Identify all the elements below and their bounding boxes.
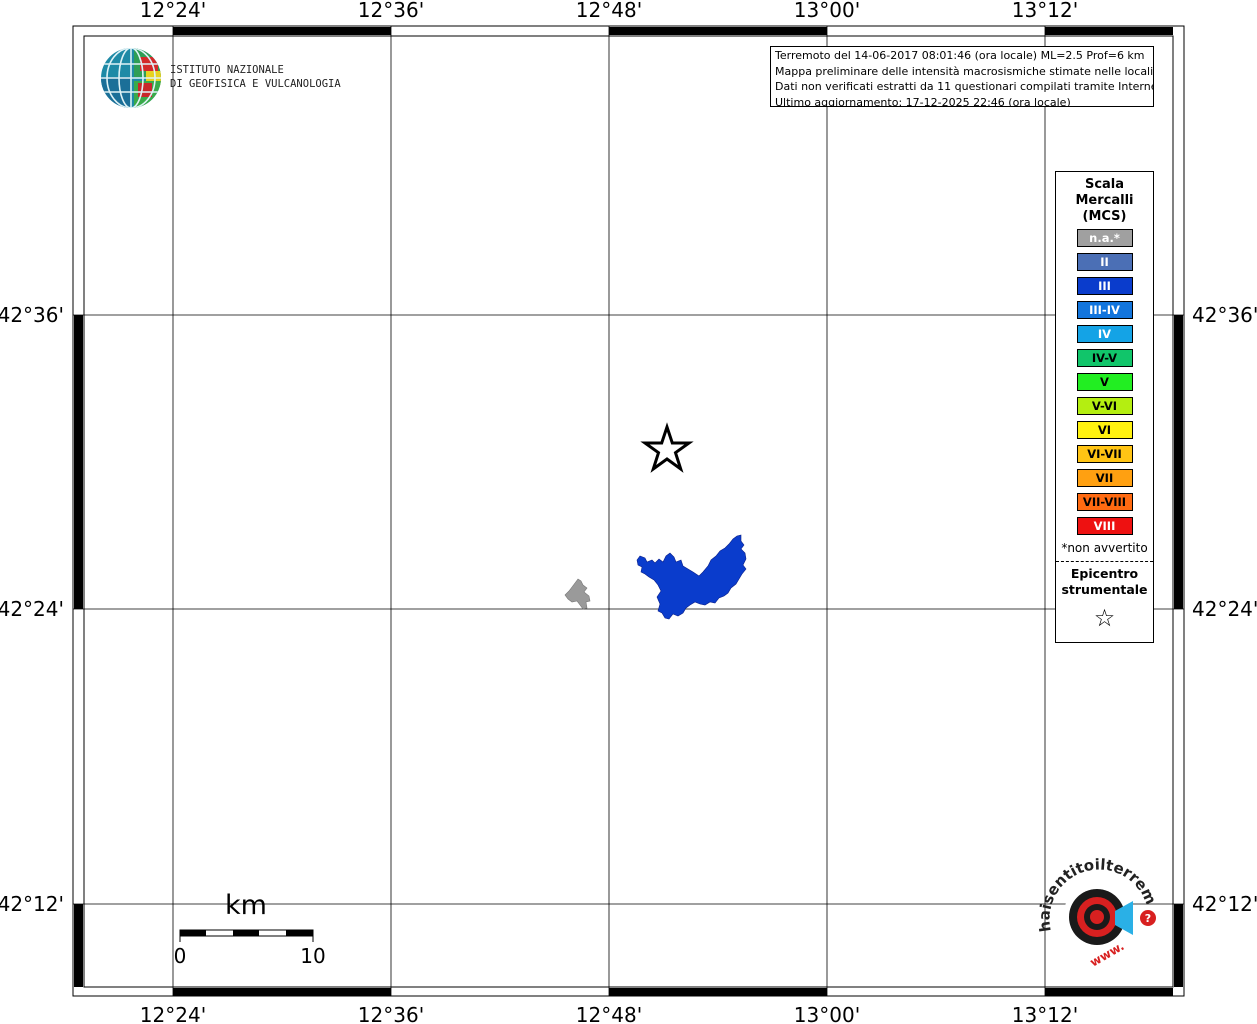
lon-label-top: 12°48' (576, 0, 642, 22)
legend-item: VIII (1076, 517, 1133, 535)
mcs-legend: Scala Mercalli (MCS) n.a.* II III III-IV IV I… (1055, 171, 1154, 643)
institute-line1: ISTITUTO NAZIONALE (170, 64, 284, 76)
question-mark-icon: ? (1145, 912, 1151, 925)
event-info-line2: Mappa preliminare delle intensità macros… (775, 64, 1154, 78)
event-info-line4: Ultimo aggiornamento: 17-12-2025 22:46 (… (775, 95, 1071, 107)
legend-epicenter-line2: strumentale (1061, 582, 1148, 597)
legend-item: VII (1076, 469, 1133, 487)
event-info-box: Terremoto del 14-06-2017 08:01:46 (ora l… (770, 46, 1154, 107)
map-plot-area (83, 35, 1174, 988)
ingv-globe-icon (101, 48, 161, 108)
legend-separator (1056, 561, 1153, 562)
lon-label-bottom: 12°48' (576, 1003, 642, 1024)
legend-note: *non avvertito (1061, 541, 1148, 555)
legend-item: VII-VIII (1076, 493, 1133, 511)
lon-label-top: 12°36' (358, 0, 424, 22)
institute-name: ISTITUTO NAZIONALE DI GEOFISICA E VULCAN… (170, 63, 341, 91)
legend-item: V (1076, 373, 1133, 391)
legend-item: n.a.* (1076, 229, 1133, 247)
legend-title: Scala Mercalli (MCS) (1056, 177, 1153, 225)
legend-star-icon: ☆ (1093, 604, 1116, 632)
event-info-line3: Dati non verificati estratti da 11 quest… (775, 80, 1154, 93)
legend-item: III-IV (1076, 301, 1133, 319)
institute-line2: DI GEOFISICA E VULCANOLOGIA (170, 78, 341, 90)
legend-title-line3: (MCS) (1082, 209, 1127, 224)
hai-sentito-badge-icon: haisentitoilterremoto.it www. ? (1032, 841, 1160, 970)
lon-label-bottom: 13°12' (1012, 1003, 1078, 1024)
ingv-logo (100, 47, 164, 116)
lat-label-left: 42°12' (0, 892, 64, 916)
legend-item: V-VI (1076, 397, 1133, 415)
legend-item: VI-VII (1076, 445, 1133, 463)
legend-item: IV-V (1076, 349, 1133, 367)
legend-item: VI (1076, 421, 1133, 439)
legend-item: IV (1076, 325, 1133, 343)
lon-label-bottom: 12°24' (140, 1003, 206, 1024)
legend-title-line1: Scala (1084, 177, 1125, 192)
legend-epicenter-label: Epicentro strumentale (1056, 566, 1153, 598)
event-info-line1: Terremoto del 14-06-2017 08:01:46 (ora l… (775, 49, 1145, 62)
lon-label-top: 13°00' (794, 0, 860, 22)
legend-item: III (1076, 277, 1133, 295)
legend-title-line2: Mercalli (1075, 193, 1134, 208)
scale-unit: km (225, 890, 267, 921)
scale-max: 10 (300, 944, 325, 968)
lon-label-bottom: 12°36' (358, 1003, 424, 1024)
legend-item: II (1076, 253, 1133, 271)
lon-label-bottom: 13°00' (794, 1003, 860, 1024)
lat-label-left: 42°36' (0, 303, 64, 327)
scale-min: 0 (174, 944, 187, 968)
lat-label-right: 42°24' (1192, 597, 1257, 621)
legend-items: n.a.* II III III-IV IV IV-V V V-VI VI VI-VII VII VI… (1056, 229, 1153, 535)
lon-label-top: 13°12' (1012, 0, 1078, 22)
lat-label-left: 42°24' (0, 597, 64, 621)
hai-sentito-logo: haisentitoilterremoto.it www. ? (1032, 841, 1167, 985)
legend-epicenter-line1: Epicentro (1070, 566, 1139, 581)
lat-label-right: 42°36' (1192, 303, 1257, 327)
lon-label-top: 12°24' (140, 0, 206, 22)
lat-label-right: 42°12' (1192, 892, 1257, 916)
